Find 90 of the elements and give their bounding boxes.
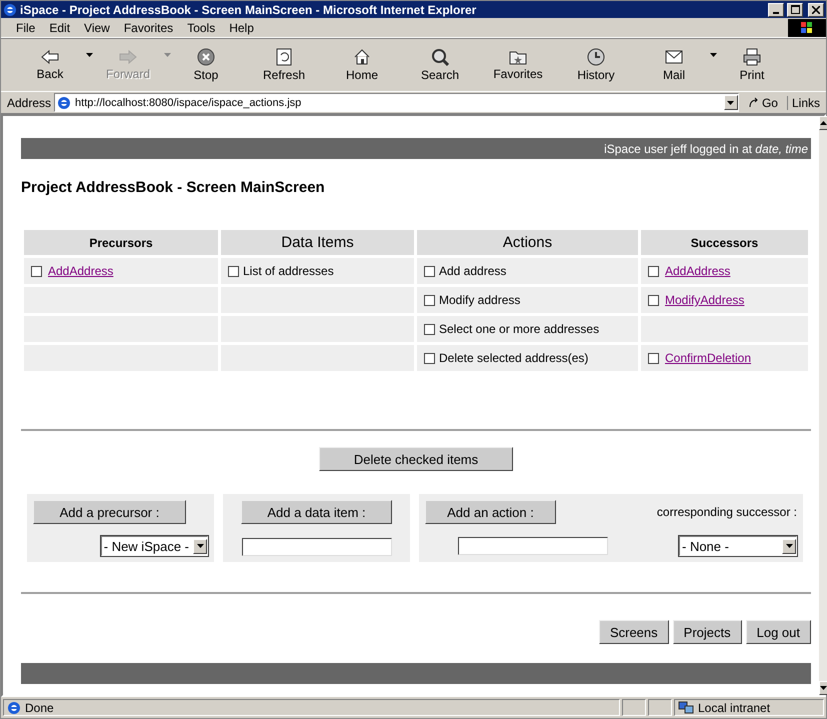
add-precursor-button[interactable]: Add a precursor : (33, 500, 186, 524)
menu-item[interactable]: File (9, 20, 42, 34)
checkbox[interactable] (648, 352, 659, 364)
checkbox[interactable] (31, 266, 42, 276)
address-field[interactable]: http://localhost:8080/ispace/ispace_actions.jsp (54, 93, 739, 112)
maximize-icon (790, 5, 800, 14)
clock-icon (587, 48, 605, 66)
nav-button[interactable]: Log out (746, 620, 811, 644)
browser-icon (7, 700, 21, 714)
checkbox[interactable] (228, 266, 239, 276)
printer-icon (743, 48, 761, 66)
minimize-icon (773, 12, 779, 14)
item-label: Select one or more addresses (439, 322, 600, 336)
checkbox[interactable] (424, 294, 435, 306)
zone-indicator: Local intranet (674, 699, 824, 716)
caret-icon (727, 100, 734, 104)
checkbox[interactable] (648, 294, 659, 306)
go-button[interactable]: Go (742, 96, 784, 110)
toolbar-button[interactable]: Mail (635, 41, 713, 89)
action-field[interactable] (458, 537, 608, 555)
menu-item[interactable]: View (77, 20, 117, 34)
window-title: iSpace - Project AddressBook - Screen MainScreen - Microsoft Internet Explorer (20, 2, 478, 16)
item-link[interactable]: AddAddress (663, 264, 730, 278)
column-header: Precursors (24, 230, 218, 255)
item-link[interactable]: ModifyAddress (663, 293, 744, 307)
network-icon (678, 700, 694, 714)
toolbar-button[interactable]: Favorites (479, 41, 557, 89)
item-link[interactable]: AddAddress (46, 264, 114, 278)
refresh-icon (276, 48, 292, 66)
checkbox[interactable] (648, 266, 659, 276)
stop-icon (197, 48, 215, 66)
scroll-up-button[interactable] (819, 116, 827, 130)
menu-item[interactable]: Edit (42, 20, 78, 34)
nav-button[interactable]: Projects (672, 620, 742, 644)
search-icon (431, 48, 449, 66)
minimize-button[interactable] (768, 2, 784, 16)
delete-button[interactable]: Delete checked items (319, 447, 513, 471)
status-text: Done (3, 699, 620, 716)
close-icon (812, 6, 820, 14)
back-arrow-icon (40, 49, 60, 65)
nav-button[interactable]: Screens (598, 620, 669, 644)
column-header: Successors (641, 230, 808, 255)
folder-star-icon (509, 49, 527, 65)
up-arrow-icon (820, 121, 827, 125)
browser-icon (3, 2, 17, 16)
item-link[interactable]: ConfirmDeletion (663, 351, 752, 365)
toolbar-button[interactable]: Refresh (245, 41, 323, 89)
checkbox[interactable] (424, 266, 435, 276)
menu-item[interactable]: Favorites (116, 20, 180, 34)
toolbar-button[interactable]: History (557, 41, 635, 89)
links-button[interactable]: Links (786, 96, 824, 110)
maximize-button[interactable] (787, 2, 803, 16)
add-data-item-button[interactable]: Add a data item : (241, 500, 392, 524)
toolbar-button[interactable]: Print (713, 41, 791, 89)
item-label: Delete selected address(es) (439, 351, 588, 365)
page-heading: Project AddressBook - Screen MainScreen (21, 179, 326, 196)
menu-item[interactable]: Tools (180, 20, 222, 34)
item-label: Modify address (439, 293, 520, 307)
data-item-field[interactable] (242, 538, 392, 556)
caret-icon (786, 544, 792, 548)
toolbar-button[interactable]: Back (11, 41, 89, 89)
item-label: List of addresses (243, 264, 334, 278)
go-arrow-icon (748, 96, 760, 108)
caret-icon (820, 686, 827, 690)
caret-icon (196, 544, 204, 548)
toolbar-button[interactable]: Home (323, 41, 401, 89)
successor-label: corresponding successor : (656, 505, 797, 519)
toolbar-button[interactable]: Stop (167, 41, 245, 89)
add-action-button[interactable]: Add an action : (425, 500, 556, 524)
checkbox[interactable] (424, 324, 435, 334)
successor-select[interactable]: - None - (679, 536, 797, 556)
home-icon (353, 48, 371, 66)
status-panel (622, 699, 646, 716)
checkbox[interactable] (424, 352, 435, 364)
menu-item[interactable]: Help (222, 20, 261, 34)
forward-arrow-icon (118, 49, 138, 65)
precursor-select[interactable]: - New iSpace - (100, 536, 208, 556)
item-label: Add address (439, 264, 506, 278)
login-status: iSpace user jeff logged in at date, time (604, 142, 808, 156)
column-header: Actions (417, 230, 638, 255)
scroll-down-button[interactable] (819, 681, 827, 695)
close-button[interactable] (808, 2, 824, 16)
column-header: Data Items (221, 230, 414, 255)
toolbar-button[interactable]: Search (401, 41, 479, 89)
address-label: Address (7, 96, 52, 110)
browser-icon (57, 96, 72, 110)
envelope-icon (665, 48, 683, 66)
dropdown-button[interactable] (724, 95, 738, 110)
status-panel (648, 699, 672, 716)
windows-logo-icon (788, 18, 826, 36)
